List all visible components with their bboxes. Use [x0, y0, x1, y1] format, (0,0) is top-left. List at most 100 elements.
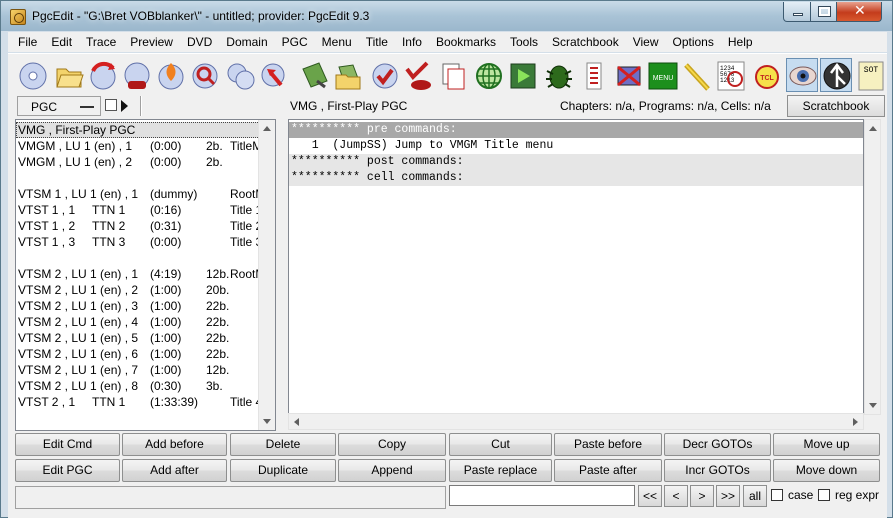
command-section-header[interactable]: ********** post commands:	[289, 154, 863, 170]
decr-gotos-button[interactable]: Decr GOTOs	[664, 433, 771, 456]
menu-preview[interactable]: Preview	[123, 32, 180, 52]
paste-replace-button[interactable]: Paste replace	[449, 459, 552, 482]
scroll-down-icon[interactable]	[263, 419, 271, 424]
pgc-list-item[interactable]: VTSM 2 , LU 1 (en) , 2 (1:00) 20b.	[16, 282, 260, 298]
menu-help[interactable]: Help	[721, 32, 760, 52]
menu-title[interactable]: Title	[359, 32, 395, 52]
menu-pgc[interactable]: PGC	[275, 32, 315, 52]
regexpr-checkbox[interactable]	[818, 489, 830, 501]
open-folder-button[interactable]	[52, 58, 84, 92]
close-button[interactable]: ✕	[836, 2, 882, 22]
film-cut-button[interactable]	[612, 58, 644, 92]
edit-pgc-button[interactable]: Edit PGC	[15, 459, 120, 482]
menu-scratchbook[interactable]: Scratchbook	[545, 32, 626, 52]
search-all-button[interactable]: all	[743, 485, 767, 507]
menu-edit[interactable]: Edit	[44, 32, 79, 52]
pgc-list-item[interactable]: VTSM 2 , LU 1 (en) , 1 (4:19) 12b. RootM	[16, 266, 265, 282]
check-disc-button[interactable]	[368, 58, 400, 92]
tcl-button[interactable]: TCL	[750, 58, 782, 92]
pgc-list-item[interactable]: VTSM 2 , LU 1 (en) , 8 (0:30) 3b.	[16, 378, 260, 394]
command-pane[interactable]: ********** pre commands: 1 (JumpSS) Jump…	[288, 119, 864, 415]
scroll-up-icon[interactable]	[263, 126, 271, 131]
preview-button[interactable]	[786, 58, 818, 92]
search-last-button[interactable]: >>	[716, 485, 740, 507]
delete-button[interactable]: Delete	[230, 433, 336, 456]
scroll-up-icon[interactable]	[869, 126, 877, 131]
command-line[interactable]: 1 (JumpSS) Jump to VMGM Title menu	[289, 138, 863, 154]
add-before-button[interactable]: Add before	[122, 433, 227, 456]
open-notes-button[interactable]	[332, 58, 364, 92]
append-button[interactable]: Append	[338, 459, 446, 482]
case-checkbox[interactable]	[771, 489, 783, 501]
pgc-list-item[interactable]: VMGM , LU 1 (en) , 1 (0:00) 2b. TitleM	[16, 138, 262, 154]
play-arrow-icon[interactable]	[121, 100, 128, 112]
play-button[interactable]	[506, 58, 538, 92]
burn-button[interactable]	[154, 58, 186, 92]
check-cd-button[interactable]	[402, 58, 434, 92]
sot-button[interactable]: SOT	[854, 58, 884, 92]
minimize-button[interactable]	[783, 2, 811, 22]
new-disc-button[interactable]	[120, 58, 152, 92]
menu-info[interactable]: Info	[395, 32, 429, 52]
cut-button[interactable]: Cut	[449, 433, 552, 456]
pgc-list-item[interactable]: VTSM 2 , LU 1 (en) , 4 (1:00) 22b.	[16, 314, 260, 330]
numbers-button[interactable]: 1234 5678 1213	[714, 58, 746, 92]
menu-menu[interactable]: Menu	[315, 32, 359, 52]
pgc-list-item[interactable]: VTST 2 , 1 TTN 1 (1:33:39) Title 4	[16, 394, 262, 410]
pgc-list-item[interactable]: VTST 1 , 2 TTN 2 (0:31) Title 2	[16, 218, 262, 234]
pgc-list-item[interactable]: VTSM 2 , LU 1 (en) , 5 (1:00) 22b.	[16, 330, 260, 346]
paste-after-button[interactable]: Paste after	[554, 459, 662, 482]
menu-tools[interactable]: Tools	[503, 32, 545, 52]
pgc-list-item[interactable]: VTSM 2 , LU 1 (en) , 7 (1:00) 12b.	[16, 362, 260, 378]
pgc-domain-select[interactable]: PGC	[17, 96, 101, 116]
pgc-list-item[interactable]: VMG , First-Play PGC	[16, 122, 260, 138]
menu-options[interactable]: Options	[666, 32, 721, 52]
menu-trace[interactable]: Trace	[79, 32, 123, 52]
scroll-left-icon[interactable]	[294, 418, 299, 426]
search-prev-button[interactable]: <	[664, 485, 688, 507]
pgc-list-item[interactable]: VTSM 2 , LU 1 (en) , 6 (1:00) 22b.	[16, 346, 260, 362]
menu-domain[interactable]: Domain	[219, 32, 274, 52]
maximize-button[interactable]	[810, 2, 837, 22]
copy-button[interactable]: Copy	[338, 433, 446, 456]
menu-editor-button[interactable]: MENU	[646, 58, 678, 92]
pgc-list-item[interactable]: VTST 1 , 3 TTN 3 (0:00) Title 3	[16, 234, 262, 250]
pgc-list-item[interactable]	[16, 250, 260, 266]
paste-before-button[interactable]: Paste before	[554, 433, 662, 456]
pgc-list[interactable]: VMG , First-Play PGC VMGM , LU 1 (en) , 1…	[15, 119, 276, 431]
list-check-button[interactable]	[578, 58, 610, 92]
search-first-button[interactable]: <<	[638, 485, 662, 507]
edit-notes-button[interactable]	[298, 58, 330, 92]
menu-bookmarks[interactable]: Bookmarks	[429, 32, 503, 52]
copy-discs-button[interactable]	[224, 58, 256, 92]
incr-gotos-button[interactable]: Incr GOTOs	[664, 459, 771, 482]
menu-dvd[interactable]: DVD	[180, 32, 219, 52]
navigate-button[interactable]	[820, 58, 852, 92]
open-dvd-button[interactable]	[16, 58, 48, 92]
pgc-toggle-checkbox[interactable]	[105, 99, 117, 111]
reload-button[interactable]	[86, 58, 118, 92]
search-next-button[interactable]: >	[690, 485, 714, 507]
command-section-header[interactable]: ********** pre commands:	[289, 122, 863, 138]
move-up-button[interactable]: Move up	[773, 433, 880, 456]
bug-button[interactable]	[542, 58, 574, 92]
pgc-list-item[interactable]: VTSM 2 , LU 1 (en) , 3 (1:00) 22b.	[16, 298, 260, 314]
internet-button[interactable]	[472, 58, 504, 92]
search-disc-button[interactable]	[188, 58, 220, 92]
add-after-button[interactable]: Add after	[122, 459, 227, 482]
duplicate-button[interactable]: Duplicate	[230, 459, 336, 482]
command-section-header[interactable]: ********** cell commands:	[289, 170, 863, 186]
copy-pages-button[interactable]	[436, 58, 468, 92]
scroll-down-icon[interactable]	[869, 403, 877, 408]
scratchbook-button[interactable]: Scratchbook	[787, 95, 885, 117]
pgc-list-scrollbar[interactable]	[258, 120, 275, 430]
edit-cmd-button[interactable]: Edit Cmd	[15, 433, 120, 456]
pgc-list-item[interactable]: VTSM 1 , LU 1 (en) , 1 (dummy) RootM	[16, 186, 265, 202]
pgc-list-item[interactable]	[16, 170, 260, 186]
move-down-button[interactable]: Move down	[773, 459, 880, 482]
chain-button[interactable]	[680, 58, 712, 92]
goto-disc-button[interactable]	[258, 58, 290, 92]
command-vertical-scrollbar[interactable]	[864, 119, 881, 415]
command-horizontal-scrollbar[interactable]	[288, 413, 864, 430]
scroll-right-icon[interactable]	[853, 418, 858, 426]
